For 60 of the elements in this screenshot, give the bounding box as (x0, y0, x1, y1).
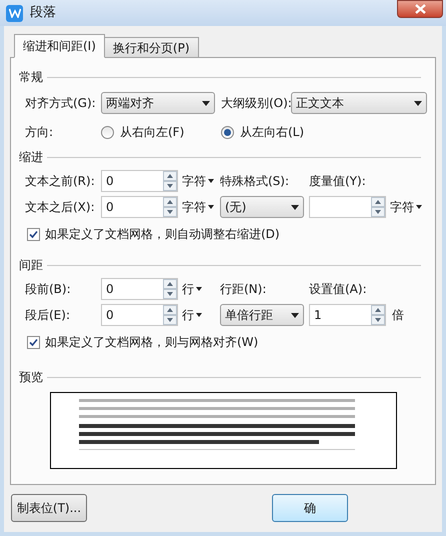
field-label: 方向: (25, 124, 54, 141)
dropdown[interactable]: 正文文本 (291, 92, 427, 114)
unit-dropdown[interactable]: 行 (182, 280, 220, 298)
section-heading: 缩进 (19, 149, 43, 166)
spin-buttons-icon[interactable] (163, 171, 177, 191)
close-button[interactable] (397, 0, 443, 18)
dialog-button[interactable]: 制表位(T)... (11, 494, 87, 522)
unit-dropdown[interactable]: 行 (182, 306, 220, 324)
caret-icon (416, 205, 422, 209)
close-icon (414, 4, 426, 14)
field-label: 对齐方式(G): (25, 95, 97, 112)
spin-field[interactable]: 0 (101, 278, 178, 300)
radio-option[interactable]: 从左向右(L) (221, 123, 304, 141)
field-label: 行距(N): (220, 281, 268, 298)
caret-icon (202, 100, 210, 106)
spin-buttons-icon[interactable] (163, 279, 177, 299)
caret-icon (414, 100, 422, 106)
section-heading: 间距 (19, 257, 43, 274)
section-heading: 常规 (19, 69, 43, 86)
field-label: 特殊格式(S): (220, 173, 290, 190)
field-label: 大纲级别(O): (221, 95, 291, 112)
unit-dropdown[interactable]: 字符 (390, 198, 422, 216)
unit-dropdown[interactable]: 字符 (182, 198, 220, 216)
section-heading: 预览 (19, 369, 43, 386)
radio-option[interactable]: 从右向左(F) (101, 123, 221, 141)
field-label: 段前(B): (25, 281, 72, 298)
spin-buttons-icon[interactable] (163, 197, 177, 217)
caret-icon (196, 313, 202, 317)
window-title: 段落 (30, 4, 56, 22)
app-logo-icon (6, 4, 23, 22)
spin-field[interactable]: 1 (309, 304, 386, 326)
tab[interactable]: 换行和分页(P) (104, 37, 199, 58)
checkbox-label: 如果定义了文档网格，则自动调整右缩进(D) (45, 226, 280, 243)
spin-field[interactable]: 0 (101, 196, 178, 218)
dropdown[interactable]: (无) (220, 196, 304, 218)
spin-buttons-icon[interactable] (371, 305, 385, 325)
caret-icon (196, 287, 202, 291)
unit-label: 倍 (392, 307, 404, 324)
caret-icon (291, 204, 299, 210)
spin-buttons-icon[interactable] (371, 197, 385, 217)
dropdown[interactable]: 单倍行距 (220, 304, 304, 326)
caret-icon (291, 312, 299, 318)
tab[interactable]: 缩进和间距(I) (14, 34, 105, 58)
dropdown[interactable]: 两端对齐 (101, 92, 215, 114)
field-label: 度量值(Y): (309, 173, 366, 190)
spin-field[interactable]: 0 (101, 304, 178, 326)
field-label: 设置值(A): (309, 281, 367, 298)
field-label: 文本之后(X): (25, 199, 96, 216)
caret-icon (208, 205, 214, 209)
checkbox[interactable] (27, 228, 40, 240)
field-label: 段后(E): (25, 307, 71, 324)
dialog-button[interactable]: 确 (272, 494, 348, 522)
spin-buttons-icon[interactable] (163, 305, 177, 325)
spin-field[interactable] (309, 196, 386, 218)
caret-icon (208, 179, 214, 183)
checkbox-label: 如果定义了文档网格，则与网格对齐(W) (45, 334, 258, 351)
unit-dropdown[interactable]: 字符 (182, 172, 220, 190)
spin-field[interactable]: 0 (101, 170, 178, 192)
checkbox[interactable] (27, 336, 40, 348)
field-label: 文本之前(R): (25, 173, 96, 190)
